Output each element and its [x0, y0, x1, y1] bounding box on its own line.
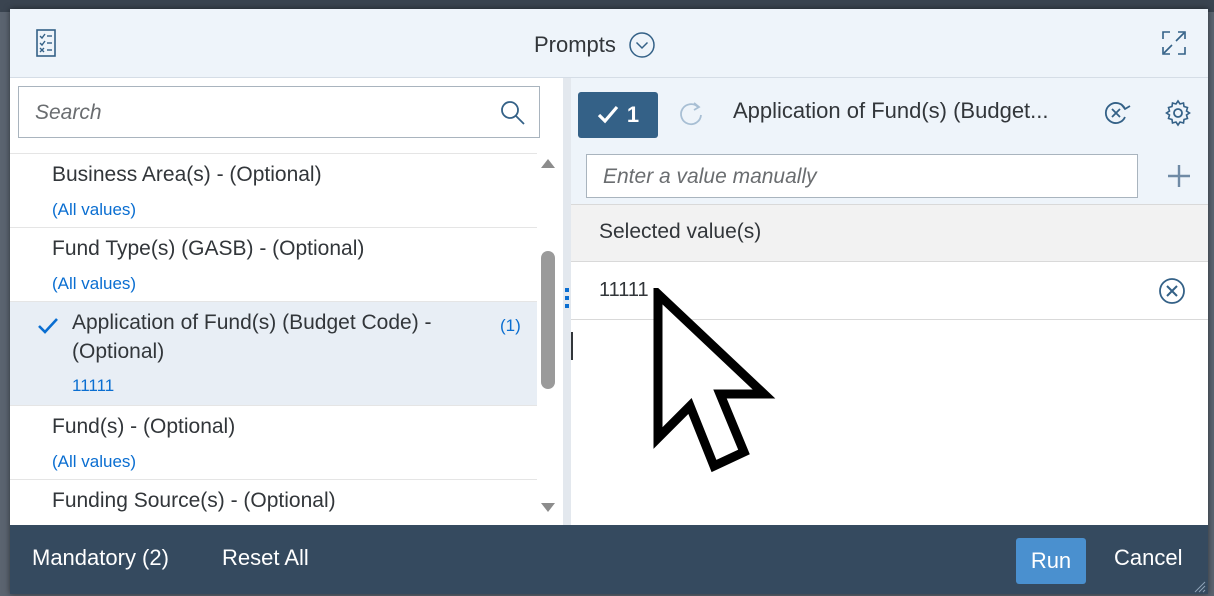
- search-input[interactable]: [33, 97, 487, 129]
- selected-count-button[interactable]: 1: [578, 92, 658, 138]
- prompt-item-value: (All values): [52, 200, 137, 219]
- prompt-item-label-optional: (Optional): [72, 340, 165, 363]
- prompt-list-panel: Business Area(s) - (Optional) (All value…: [10, 78, 563, 525]
- dialog-title: Prompts: [534, 32, 616, 57]
- chevron-down-circle-icon[interactable]: [628, 31, 656, 59]
- selected-values-header: Selected value(s): [571, 204, 1208, 262]
- prompt-item-label: Business Area(s) - (Optional): [52, 163, 322, 186]
- prompt-item-funding-source[interactable]: Funding Source(s) - (Optional): [10, 480, 537, 526]
- selected-value-text: 11111: [599, 279, 649, 301]
- checkmark-icon: [597, 105, 619, 124]
- search-box: [18, 86, 540, 138]
- panel-splitter[interactable]: [563, 78, 571, 525]
- mouse-pointer-icon: [653, 288, 776, 473]
- prompt-item-business-area[interactable]: Business Area(s) - (Optional) (All value…: [10, 154, 537, 228]
- refresh-icon[interactable]: [677, 100, 707, 130]
- clear-selection-icon[interactable]: [1101, 98, 1131, 128]
- selected-count-value: 1: [626, 102, 640, 127]
- prompt-item-label: Funding Source(s) - (Optional): [52, 489, 336, 512]
- expand-icon[interactable]: [1160, 29, 1188, 57]
- prompt-item-value: (All values): [52, 274, 137, 293]
- remove-circle-icon[interactable]: [1158, 277, 1186, 305]
- reset-all-button[interactable]: Reset All: [222, 545, 309, 571]
- scrollbar-thumb[interactable]: [541, 251, 555, 389]
- checklist-icon[interactable]: [36, 29, 56, 57]
- prompts-dialog: Prompts Business Area(s) - (Optional) (A…: [10, 9, 1208, 594]
- dialog-titlebar: Prompts: [10, 9, 1208, 78]
- manual-value-box: [586, 154, 1138, 198]
- prompt-item-value: 11111: [72, 376, 115, 395]
- gear-icon[interactable]: [1163, 98, 1193, 128]
- prompt-item-value: (All values): [52, 452, 137, 471]
- resize-grip-icon[interactable]: [1194, 581, 1206, 593]
- list-scrollbar[interactable]: [538, 153, 558, 525]
- prompt-item-fund-type[interactable]: Fund Type(s) (GASB) - (Optional) (All va…: [10, 228, 537, 302]
- selected-values-heading: Selected value(s): [599, 220, 762, 243]
- manual-value-input[interactable]: [601, 161, 1125, 193]
- scroll-down-arrow-icon[interactable]: [541, 503, 555, 512]
- splitter-grip-icon[interactable]: [565, 288, 569, 308]
- prompt-item-label: Application of Fund(s) (Budget Code) -: [72, 311, 432, 334]
- prompt-list: Business Area(s) - (Optional) (All value…: [10, 153, 537, 526]
- prompt-item-label: Fund(s) - (Optional): [52, 415, 236, 438]
- search-icon[interactable]: [499, 99, 527, 127]
- detail-toolbar: 1 Application of Fund(s) (Budget...: [571, 78, 1208, 204]
- prompt-item-label: Fund Type(s) (GASB) - (Optional): [52, 237, 365, 260]
- scroll-up-arrow-icon[interactable]: [541, 159, 555, 168]
- cancel-button[interactable]: Cancel: [1114, 545, 1182, 571]
- prompt-title: Application of Fund(s) (Budget...: [733, 98, 1049, 123]
- text-caret: [571, 332, 573, 360]
- dialog-title-group: Prompts: [534, 31, 656, 59]
- add-icon[interactable]: [1165, 162, 1193, 190]
- mandatory-filter-button[interactable]: Mandatory (2): [32, 545, 169, 571]
- dialog-footer: Mandatory (2) Reset All Run Cancel: [10, 525, 1208, 594]
- prompt-item-funds[interactable]: Fund(s) - (Optional) (All values): [10, 406, 537, 480]
- checkmark-icon: [38, 318, 58, 334]
- selected-count-badge: (1): [500, 316, 521, 335]
- prompt-item-application-of-funds[interactable]: Application of Fund(s) (Budget Code) - (…: [10, 302, 537, 406]
- run-button[interactable]: Run: [1016, 538, 1086, 584]
